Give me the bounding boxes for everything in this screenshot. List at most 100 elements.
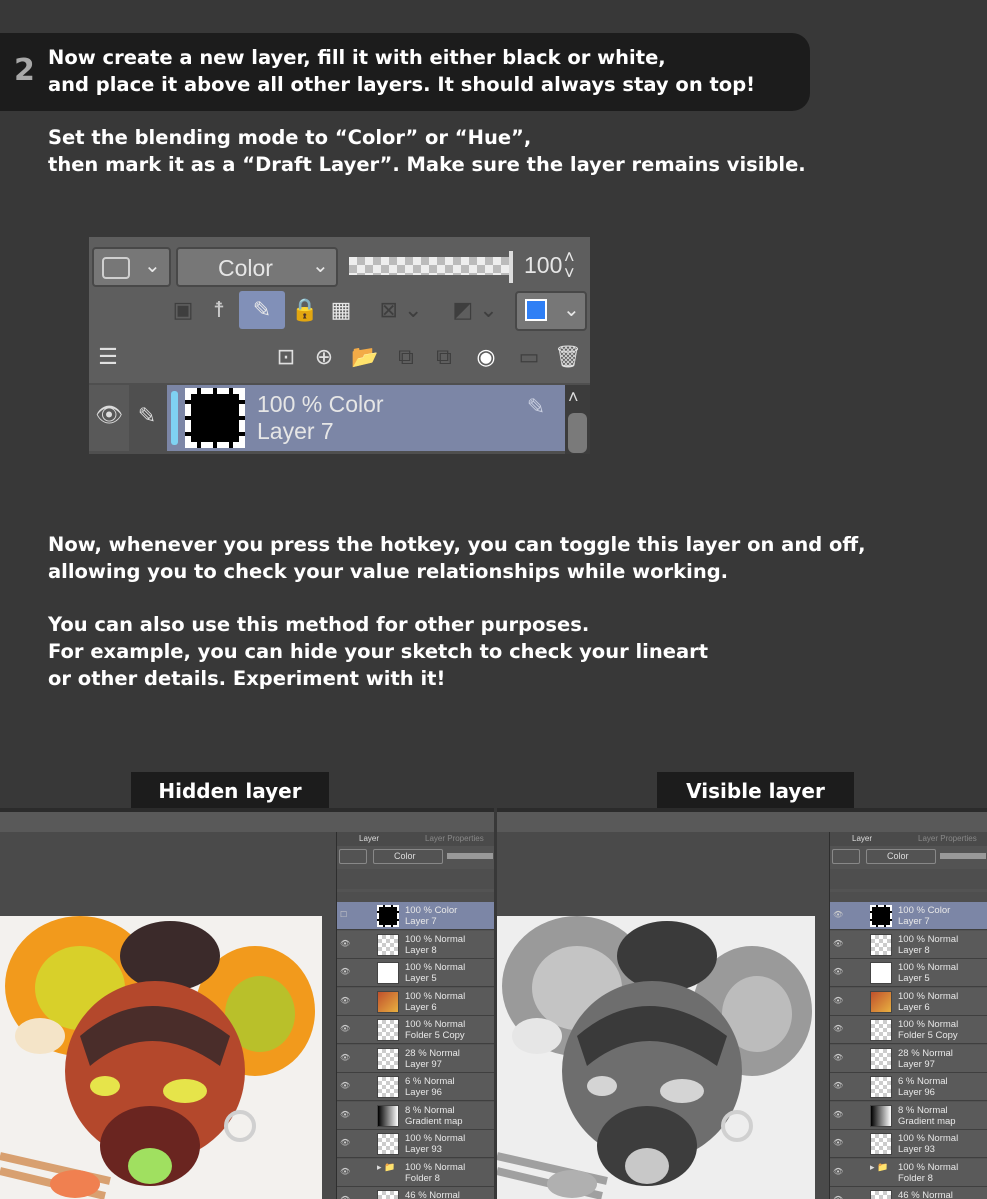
panel-menu-icon[interactable]: ☰ — [92, 341, 124, 373]
eye-icon[interactable]: 👁 — [833, 1053, 843, 1063]
layer-name-text: Layer 7 — [257, 418, 334, 444]
layer-row[interactable]: 👁 46 % Normal — [830, 1187, 987, 1199]
layer-mode-text: 100 % Normal — [405, 1161, 466, 1173]
layer-name-text: Layer 97 — [405, 1058, 442, 1070]
eye-icon[interactable]: 👁 — [340, 1195, 350, 1199]
layer-type-dropdown[interactable] — [832, 849, 860, 864]
panel-tabs: Layer Layer Properties — [337, 832, 494, 846]
new-folder-icon[interactable]: 📂 — [345, 339, 385, 375]
blend-mode-select[interactable]: Color ⌄ — [176, 247, 338, 287]
scroll-up-icon[interactable]: ˄ — [568, 387, 579, 408]
combine-lower-icon[interactable]: ⧉ — [427, 339, 461, 375]
layer-row[interactable]: 👁 100 % Normal Layer 8 — [830, 930, 987, 959]
layer-mode-text: 100 % Normal — [898, 962, 959, 973]
eye-icon[interactable]: 👁 — [340, 996, 350, 1006]
layer-mode-text: 100 % Normal — [405, 990, 466, 1002]
opacity-slider[interactable] — [940, 853, 986, 859]
layer-row[interactable]: 👁 6 % Normal Layer 96 — [337, 1073, 494, 1101]
layer-row[interactable]: 👁 8 % Normal Gradient map — [830, 1101, 987, 1130]
layer-row[interactable]: 👁 100 % Normal Layer 93 — [830, 1130, 987, 1158]
layer-row[interactable]: ☐ 100 % Color Layer 7 — [337, 902, 494, 930]
opacity-slider[interactable] — [447, 853, 493, 859]
eye-icon[interactable]: 👁 — [833, 1110, 843, 1120]
create-mask-icon[interactable]: ◉ — [471, 339, 501, 375]
clip-icon[interactable]: ▣ — [169, 293, 197, 327]
tab-layer-properties[interactable]: Layer Properties — [425, 834, 484, 843]
layer-thumbnail — [377, 1047, 399, 1070]
mask-enable-icon[interactable]: ⊠ ⌄ — [371, 293, 431, 327]
layer-row[interactable]: 👁 46 % Normal — [337, 1187, 494, 1199]
artwork-grayscale — [497, 916, 815, 1199]
layer-row[interactable]: 👁 100 % Normal Layer 5 — [830, 959, 987, 987]
eye-icon[interactable]: 👁 — [833, 939, 843, 949]
opacity-stepper-icon[interactable]: ˄ ˅ — [564, 248, 575, 282]
scroll-thumb[interactable] — [568, 413, 587, 453]
eye-icon[interactable]: 👁 — [833, 1167, 843, 1177]
hidden-layer-screenshot: Layer Layer Properties Color ☐ 100 % Colo… — [0, 808, 494, 1199]
pen-icon[interactable]: ✎ — [131, 399, 163, 433]
eye-icon[interactable]: 👁 — [833, 996, 843, 1006]
reference-layer-icon[interactable]: ☨ — [204, 293, 234, 327]
eye-icon[interactable]: 👁 — [833, 1081, 843, 1091]
layer-row[interactable]: 👁 100 % Normal Layer 93 — [337, 1130, 494, 1158]
layer-row[interactable]: 👁 100 % Normal Layer 6 — [830, 987, 987, 1016]
layer-row[interactable]: 👁 ▸ 📁 100 % Normal Folder 8 — [337, 1158, 494, 1187]
eye-icon[interactable]: 👁 — [340, 1167, 350, 1177]
eye-icon[interactable]: 👁 — [340, 1110, 350, 1120]
folder-icon: ▸ 📁 — [870, 1161, 889, 1172]
opacity-value[interactable]: 100 — [524, 252, 562, 279]
opacity-slider-handle[interactable] — [509, 251, 513, 283]
new-vector-layer-icon[interactable]: ⊕ — [307, 339, 341, 375]
lock-icon[interactable]: 🔒 — [291, 293, 319, 327]
chevron-down-icon: ⌄ — [563, 299, 580, 321]
eye-icon[interactable]: 👁 — [93, 399, 125, 431]
layer-row[interactable]: 👁 100 % Normal Layer 6 — [337, 987, 494, 1016]
eye-icon[interactable]: 👁 — [833, 1024, 843, 1034]
step-title-line2: and place it above all other layers. It … — [48, 73, 756, 96]
layer-row[interactable]: 👁 28 % Normal Layer 97 — [337, 1044, 494, 1073]
delete-layer-icon[interactable]: 🗑 — [553, 339, 583, 375]
opacity-slider[interactable] — [349, 257, 511, 275]
blend-mode-select[interactable]: Color — [373, 849, 443, 864]
new-raster-layer-icon[interactable]: ⊡ — [269, 339, 303, 375]
eye-icon[interactable]: 👁 — [340, 967, 350, 977]
layer-name-text: Folder 8 — [898, 1172, 933, 1184]
layer-row[interactable]: 👁 100 % Normal Layer 8 — [337, 930, 494, 959]
layer-row[interactable]: 👁 ▸ 📁 100 % Normal Folder 8 — [830, 1158, 987, 1187]
layer-row[interactable]: 👁 100 % Normal Folder 5 Copy — [337, 1016, 494, 1044]
layer-row[interactable]: 👁 100 % Color Layer 7 — [830, 902, 987, 930]
eye-icon[interactable]: ☐ — [340, 910, 350, 920]
layer-name-text: Layer 7 — [405, 916, 437, 927]
eye-icon[interactable]: 👁 — [340, 1081, 350, 1091]
transfer-lower-icon[interactable]: ⧉ — [389, 339, 423, 375]
eye-icon[interactable]: 👁 — [340, 1024, 350, 1034]
eye-icon[interactable]: 👁 — [833, 967, 843, 977]
apply-mask-icon[interactable]: ▭ — [509, 339, 549, 375]
lock-transparent-icon[interactable]: ▦ — [325, 293, 357, 327]
layer-type-dropdown[interactable] — [339, 849, 367, 864]
layer-row[interactable]: 👁 100 % Normal Folder 5 Copy — [830, 1016, 987, 1044]
tab-layer[interactable]: Layer — [852, 834, 872, 843]
ruler-enable-icon[interactable]: ◩ ⌄ — [441, 293, 509, 327]
eye-icon[interactable]: 👁 — [833, 1138, 843, 1148]
eye-icon[interactable]: 👁 — [340, 1053, 350, 1063]
character-illustration — [0, 916, 315, 1199]
paragraph1-line2: allowing you to check your value relatio… — [48, 560, 729, 583]
layer-thumbnail — [870, 962, 892, 984]
draft-layer-icon[interactable]: ✎ — [239, 291, 285, 329]
layer-row[interactable]: 👁 100 % Normal Layer 5 — [337, 959, 494, 987]
layer-row[interactable]: 👁 28 % Normal Layer 97 — [830, 1044, 987, 1073]
eye-icon[interactable]: 👁 — [340, 1138, 350, 1148]
layer-type-dropdown[interactable]: ⌄ — [92, 247, 171, 287]
layer-name-text: Layer 6 — [405, 1001, 437, 1013]
layer-color-button[interactable]: ⌄ — [515, 291, 587, 331]
tab-layer-properties[interactable]: Layer Properties — [918, 834, 977, 843]
eye-icon[interactable]: 👁 — [340, 939, 350, 949]
blend-mode-select[interactable]: Color — [866, 849, 936, 864]
eye-icon[interactable]: 👁 — [833, 1195, 843, 1199]
layer-row[interactable]: 👁 6 % Normal Layer 96 — [830, 1073, 987, 1101]
layer-row[interactable]: 👁 8 % Normal Gradient map — [337, 1101, 494, 1130]
scrollbar[interactable]: ˄ — [565, 385, 590, 454]
eye-icon[interactable]: 👁 — [833, 910, 843, 920]
tab-layer[interactable]: Layer — [359, 834, 379, 843]
